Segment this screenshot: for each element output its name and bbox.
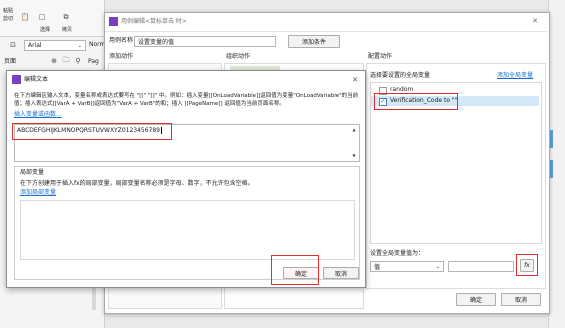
toolbar-ribbon <box>0 0 104 37</box>
add-global-variable-link[interactable]: 添加全局变量 <box>497 72 533 80</box>
case-name-label: 用例名称 <box>109 37 134 44</box>
add-condition-button[interactable]: 添加条件 <box>288 35 340 48</box>
select-menu-item[interactable]: 选择 <box>40 26 50 34</box>
edit-cancel-button[interactable]: 取消 <box>323 267 359 279</box>
add-folder-icon[interactable]: 🗀 <box>62 56 70 65</box>
local-vars-title: 局部变量 <box>20 169 45 176</box>
copy-icon[interactable]: ⧉ <box>60 10 72 24</box>
chevron-down-icon: ⌄ <box>77 42 82 49</box>
font-family-select[interactable]: Arial ⌄ <box>24 40 86 51</box>
select-icon[interactable]: ▢ <box>36 10 48 24</box>
instructions-text: 在下方编辑区输入文本，变量名称或表达式要写在 "[[" "]]" 中。例如：插入… <box>14 93 359 107</box>
add-action-label: 添加动作 <box>109 53 134 60</box>
case-ok-button[interactable]: 确定 <box>456 293 496 306</box>
add-page-icon[interactable]: ⊕ <box>50 57 58 65</box>
value-type-value: 值 <box>374 264 381 271</box>
case-dialog-title: 用例编辑<鼠标单击 时> <box>121 18 187 25</box>
case-name-input[interactable]: 设置变量的值 <box>134 36 276 47</box>
chevron-down-icon: ⌄ <box>435 263 440 270</box>
font-style-value[interactable]: Norm <box>89 41 105 49</box>
edit-dialog-title: 编辑文本 <box>24 76 49 83</box>
edit-dialog-logo-icon <box>12 75 21 84</box>
cut-menu-item[interactable]: 剪切 <box>3 15 13 23</box>
local-vars-description: 在下方创建用于插入fx的局部变量，局部变量名称必须是字母、数字，不允许包含空格。 <box>20 180 254 187</box>
set-value-label: 设置全局变量值为： <box>370 250 425 257</box>
scroll-up-icon[interactable]: ▲ <box>351 126 357 132</box>
close-icon[interactable]: ✕ <box>530 16 540 26</box>
case-name-value: 设置变量的值 <box>138 39 175 46</box>
value-type-select[interactable]: 值 ⌄ <box>370 261 444 272</box>
scroll-down-icon[interactable]: ▼ <box>351 152 357 158</box>
variable-highlight <box>374 93 458 110</box>
search-icon[interactable]: ⚲ <box>74 57 82 65</box>
close-icon[interactable]: ✕ <box>350 75 360 85</box>
local-vars-list <box>20 200 355 260</box>
text-value-highlight <box>12 123 172 140</box>
case-cancel-button[interactable]: 取消 <box>501 293 541 306</box>
page-tab-label[interactable]: Pag <box>88 58 99 66</box>
add-local-variable-link[interactable]: 添加局部变量 <box>20 189 56 197</box>
fx-highlight <box>516 254 538 276</box>
app-logo-icon <box>109 17 118 26</box>
copy-menu-item[interactable]: 拷贝 <box>62 26 72 34</box>
select-variables-label: 选择要设置的全局变量 <box>370 72 431 79</box>
configure-actions-label: 配置动作 <box>368 53 393 60</box>
insert-variable-link[interactable]: 插入变量或函数... <box>14 111 62 119</box>
organize-actions-label: 组织动作 <box>226 53 251 60</box>
ok-button-highlight <box>271 255 319 285</box>
value-input[interactable] <box>448 261 514 272</box>
font-family-value: Arial <box>28 42 42 49</box>
pages-panel-label: 页面 <box>4 58 17 65</box>
paste-icon[interactable]: 📋 <box>19 10 31 24</box>
paste-menu-item[interactable]: 粘贴 <box>3 7 13 15</box>
style-icon[interactable]: ⊡ <box>8 40 18 50</box>
